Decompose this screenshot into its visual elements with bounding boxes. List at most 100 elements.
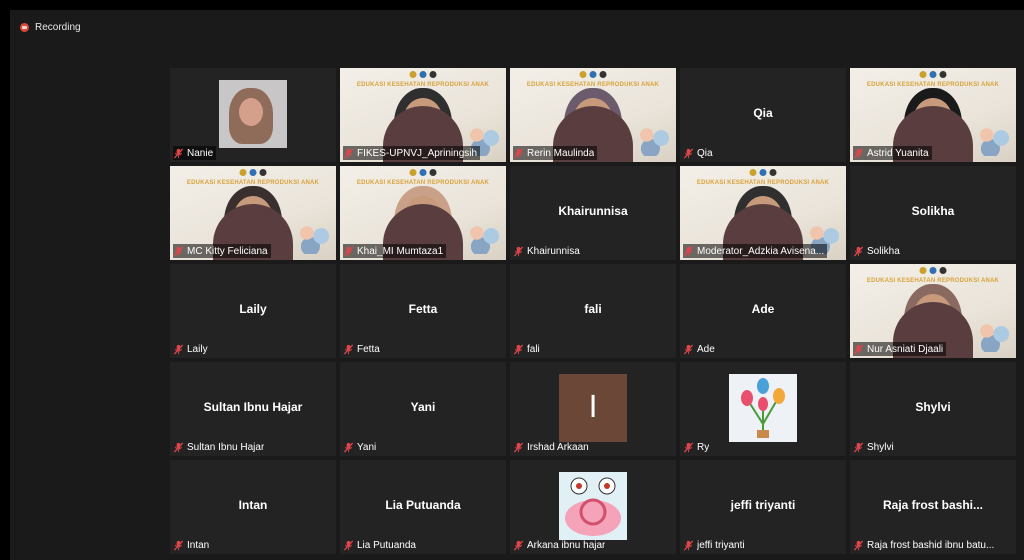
participant-display-name: Shylvi [915, 400, 951, 414]
participant-tile[interactable]: EDUKASI KESEHATAN REPRODUKSI ANAK FIKES-U… [340, 68, 506, 162]
participant-name: Nur Asniati Djaali [867, 343, 944, 355]
mic-off-icon [173, 343, 184, 355]
participant-name-label: Fetta [343, 342, 380, 356]
recording-indicator[interactable]: Recording [20, 20, 81, 34]
participant-name: Ry [697, 441, 710, 453]
participant-tile[interactable]: EDUKASI KESEHATAN REPRODUKSI ANAK Rerin M… [510, 68, 676, 162]
participant-display-name: Qia [753, 106, 773, 120]
cartoon-illustration [636, 126, 672, 156]
participant-name: Yani [357, 441, 377, 453]
participant-name-label: Arkana ibnu hajar [513, 538, 605, 552]
participant-name: Ade [697, 343, 715, 355]
participant-name-label: Moderator_Adzkia Avisena... [683, 244, 828, 258]
participant-display-name: Fetta [408, 302, 438, 316]
participant-name-label: Astrid Yuanita [853, 146, 932, 160]
participant-tile[interactable]: Nanie [170, 68, 336, 162]
participant-tile[interactable]: Fetta Fetta [340, 264, 506, 358]
logo-icons [749, 169, 777, 176]
participant-name: Sultan Ibnu Hajar [187, 441, 265, 453]
mic-off-icon [173, 245, 184, 257]
logo-icons [919, 267, 947, 274]
participant-name: Qia [697, 147, 713, 159]
participant-display-name: Solikha [911, 204, 955, 218]
participant-name: FIKES-UPNVJ_Apriningsih [357, 147, 478, 159]
participant-name: Lia Putuanda [357, 539, 416, 551]
participant-name-label: Rerin Maulinda [513, 146, 598, 160]
participant-tile[interactable]: I Irshad Arkaan [510, 362, 676, 456]
participant-tile[interactable]: Yani Yani [340, 362, 506, 456]
participant-name-label: Irshad Arkaan [513, 440, 589, 454]
participant-name-label: Laily [173, 342, 208, 356]
cartoon-illustration [296, 224, 332, 254]
participant-name-label: Sultan Ibnu Hajar [173, 440, 264, 454]
mic-off-icon [683, 147, 694, 159]
participant-tile[interactable]: EDUKASI KESEHATAN REPRODUKSI ANAK MC Kitt… [170, 166, 336, 260]
participant-tile[interactable]: fali fali [510, 264, 676, 358]
participant-tile[interactable]: EDUKASI KESEHATAN REPRODUKSI ANAK Khai_MI… [340, 166, 506, 260]
participant-name: Laily [187, 343, 208, 355]
participant-name: Khairunnisa [527, 245, 580, 257]
participant-tile[interactable]: Laily Laily [170, 264, 336, 358]
participant-tile[interactable]: Solikha Solikha [850, 166, 1016, 260]
participant-name-label: Khairunnisa [513, 244, 580, 258]
participant-name: Nanie [187, 147, 214, 159]
mic-off-icon [683, 245, 694, 257]
cartoon-illustration [976, 126, 1012, 156]
flower-avatar [729, 374, 797, 442]
mic-off-icon [513, 441, 524, 453]
participant-tile[interactable]: Khairunnisa Khairunnisa [510, 166, 676, 260]
logo-icons [919, 71, 947, 78]
logo-icons [409, 169, 437, 176]
participant-tile[interactable]: jeffi triyanti jeffi triyanti [680, 460, 846, 554]
participant-tile[interactable]: EDUKASI KESEHATAN REPRODUKSI ANAK Moderat… [680, 166, 846, 260]
mic-off-icon [343, 147, 354, 159]
snail-avatar [559, 472, 627, 540]
participant-tile[interactable]: Raja frost bashi... Raja frost bashid ibn… [850, 460, 1016, 554]
participant-display-name: Laily [239, 302, 267, 316]
participant-name-label: Intan [173, 538, 209, 552]
participant-name: Irshad Arkaan [527, 441, 589, 453]
participant-tile[interactable]: Shylvi Shylvi [850, 362, 1016, 456]
participant-name: Solikha [867, 245, 900, 257]
mic-off-icon [513, 343, 524, 355]
participant-tile[interactable]: Ade Ade [680, 264, 846, 358]
participant-name: fali [527, 343, 540, 355]
cartoon-illustration [976, 322, 1012, 352]
participant-name: Shylvi [867, 441, 894, 453]
participant-name-label: Raja frost bashid ibnu batu... [853, 538, 994, 552]
logo-icons [409, 71, 437, 78]
participant-display-name: Sultan Ibnu Hajar [203, 400, 303, 414]
mic-off-icon [853, 343, 864, 355]
participant-display-name: Intan [238, 498, 268, 512]
participant-name: Fetta [357, 343, 380, 355]
avatar-letter: I [559, 374, 627, 442]
participant-tile[interactable]: Arkana ibnu hajar [510, 460, 676, 554]
participant-gallery: Nanie EDUKASI KESEHATAN REPRODUKSI ANAK FI… [170, 68, 1019, 556]
participant-display-name: Yani [410, 400, 436, 414]
participant-name-label: Khai_MI Mumtaza1 [343, 244, 447, 258]
participant-tile[interactable]: Qia Qia [680, 68, 846, 162]
mic-off-icon [173, 441, 184, 453]
mic-off-icon [513, 245, 524, 257]
participant-tile[interactable]: Intan Intan [170, 460, 336, 554]
participant-name-label: MC Kitty Feliciana [173, 244, 271, 258]
logo-icons [239, 169, 267, 176]
participant-name-label: fali [513, 342, 540, 356]
mic-off-icon [343, 245, 354, 257]
mic-off-icon [683, 539, 694, 551]
participant-name-label: Solikha [853, 244, 900, 258]
participant-name: Rerin Maulinda [527, 147, 595, 159]
participant-tile[interactable]: Ry [680, 362, 846, 456]
participant-display-name: Lia Putuanda [385, 498, 461, 512]
participant-display-name: Raja frost bashi... [882, 498, 984, 512]
participant-tile[interactable]: EDUKASI KESEHATAN REPRODUKSI ANAK Astrid … [850, 68, 1016, 162]
participant-tile[interactable]: Lia Putuanda Lia Putuanda [340, 460, 506, 554]
participant-name-label: Nur Asniati Djaali [853, 342, 947, 356]
participant-name-label: FIKES-UPNVJ_Apriningsih [343, 146, 481, 160]
mic-off-icon [173, 539, 184, 551]
recording-icon [20, 22, 29, 32]
participant-display-name: jeffi triyanti [730, 498, 796, 512]
participant-name-label: Ade [683, 342, 715, 356]
participant-tile[interactable]: Sultan Ibnu Hajar Sultan Ibnu Hajar [170, 362, 336, 456]
participant-tile[interactable]: EDUKASI KESEHATAN REPRODUKSI ANAK Nur Asn… [850, 264, 1016, 358]
